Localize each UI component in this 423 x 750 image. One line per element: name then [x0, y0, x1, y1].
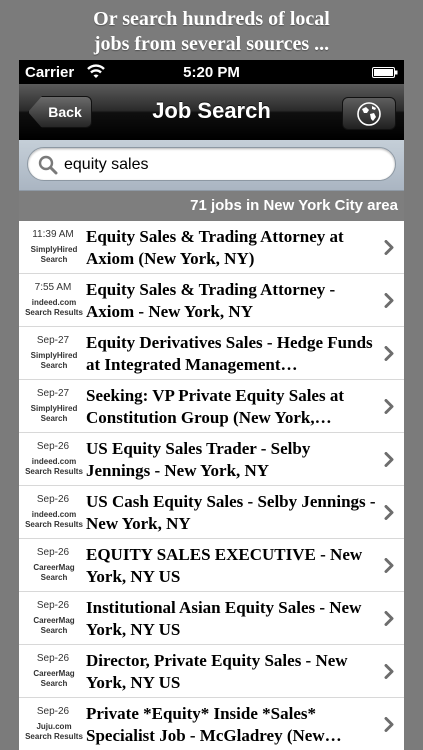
- job-date: 11:39 AM: [32, 229, 74, 240]
- results-summary: 71 jobs in New York City area: [19, 191, 404, 221]
- globe-icon: [357, 101, 381, 126]
- job-source: CareerMag Search: [23, 616, 85, 636]
- status-bar: Carrier 5:20 PM: [19, 60, 404, 84]
- globe-button[interactable]: [342, 97, 396, 130]
- job-source-type: Search: [40, 626, 68, 635]
- chevron-right-icon: [384, 664, 394, 679]
- chevron-right-icon: [384, 240, 394, 255]
- job-source-type: Search: [40, 414, 68, 423]
- job-source-type: Search Results: [25, 520, 83, 529]
- job-row[interactable]: Sep-26 indeed.com Search Results US Equity …: [19, 433, 404, 486]
- job-source: SimplyHired Search: [23, 245, 85, 265]
- job-source: SimplyHired Search: [23, 404, 85, 424]
- promo-line-1: Or search hundreds of local: [93, 8, 330, 30]
- job-title: EQUITY SALES EXECUTIVE - New York, NY US: [86, 545, 363, 586]
- job-date: Sep-26: [36, 441, 70, 452]
- job-source: indeed.com Search Results: [23, 457, 85, 477]
- job-source-name: indeed.com: [31, 457, 77, 466]
- job-row[interactable]: Sep-26 Juju.com Search Results Private *Equ…: [19, 698, 404, 750]
- job-source-name: SimplyHired: [30, 245, 78, 254]
- job-source: indeed.com Search Results: [23, 510, 85, 530]
- job-date: Sep-26: [36, 547, 70, 558]
- job-date: Sep-26: [36, 494, 70, 505]
- job-row[interactable]: 7:55 AM indeed.com Search Results Equity Sa…: [19, 274, 404, 327]
- job-source-type: Search Results: [25, 732, 83, 741]
- job-title: Private *Equity* Inside *Sales* Speciali…: [86, 704, 342, 745]
- promo-caption: Or search hundreds of local jobs from se…: [0, 0, 423, 60]
- job-source-type: Search: [40, 573, 68, 582]
- job-source-name: indeed.com: [31, 298, 77, 307]
- job-source-name: Juju.com: [36, 722, 72, 731]
- job-row[interactable]: Sep-26 CareerMag Search EQUITY SALES EXECUT…: [19, 539, 404, 592]
- job-title: Director, Private Equity Sales - New Yor…: [86, 651, 348, 692]
- job-source-name: CareerMag: [33, 616, 75, 625]
- job-title: Equity Sales & Trading Attorney at Axiom…: [86, 227, 344, 268]
- job-source-name: SimplyHired: [30, 351, 78, 360]
- job-list: 11:39 AM SimplyHired Search Equity Sales & …: [19, 221, 404, 750]
- job-title: Institutional Asian Equity Sales - New Y…: [86, 598, 362, 639]
- job-source-type: Search Results: [25, 308, 83, 317]
- search-input[interactable]: [64, 154, 364, 175]
- chevron-right-icon: [384, 346, 394, 361]
- magnifier-icon: [38, 155, 58, 175]
- battery-icon: [372, 67, 398, 78]
- job-title: Equity Sales & Trading Attorney - Axiom …: [86, 280, 336, 321]
- job-source: indeed.com Search Results: [23, 298, 85, 318]
- job-date: Sep-26: [36, 600, 70, 611]
- job-title: US Equity Sales Trader - Selby Jennings …: [86, 439, 311, 480]
- job-source: SimplyHired Search: [23, 351, 85, 371]
- job-date: Sep-26: [36, 706, 70, 717]
- promo-line-2: jobs from several sources ...: [93, 33, 330, 55]
- job-row[interactable]: Sep-26 indeed.com Search Results US Cash Eq…: [19, 486, 404, 539]
- job-source-type: Search Results: [25, 467, 83, 476]
- job-row[interactable]: 11:39 AM SimplyHired Search Equity Sales & …: [19, 221, 404, 274]
- chevron-right-icon: [384, 399, 394, 414]
- chevron-right-icon: [384, 452, 394, 467]
- job-source-name: indeed.com: [31, 510, 77, 519]
- chevron-right-icon: [384, 611, 394, 626]
- chevron-right-icon: [384, 505, 394, 520]
- job-title: US Cash Equity Sales - Selby Jennings - …: [86, 492, 376, 533]
- job-source-type: Search: [40, 361, 68, 370]
- job-date: Sep-27: [36, 388, 70, 399]
- job-source: CareerMag Search: [23, 669, 85, 689]
- job-row[interactable]: Sep-27 SimplyHired Search Equity Derivative…: [19, 327, 404, 380]
- navigation-bar: Back Job Search: [19, 84, 404, 140]
- search-field[interactable]: [27, 147, 396, 181]
- status-time: 5:20 PM: [183, 64, 240, 81]
- job-row[interactable]: Sep-27 SimplyHired Search Seeking: VP Priva…: [19, 380, 404, 433]
- job-row[interactable]: Sep-26 CareerMag Search Institutional Asian…: [19, 592, 404, 645]
- job-title: Equity Derivatives Sales - Hedge Funds a…: [86, 333, 373, 374]
- job-source: Juju.com Search Results: [23, 722, 85, 742]
- job-title: Seeking: VP Private Equity Sales at Cons…: [86, 386, 344, 427]
- job-source-name: CareerMag: [33, 563, 75, 572]
- job-source-type: Search: [40, 255, 68, 264]
- job-date: 7:55 AM: [34, 282, 72, 293]
- chevron-right-icon: [384, 558, 394, 573]
- job-source-name: SimplyHired: [30, 404, 78, 413]
- job-source-type: Search: [40, 679, 68, 688]
- job-source-name: CareerMag: [33, 669, 75, 678]
- job-row[interactable]: Sep-26 CareerMag Search Director, Private E…: [19, 645, 404, 698]
- job-source: CareerMag Search: [23, 563, 85, 583]
- search-bar: [19, 140, 404, 191]
- chevron-right-icon: [384, 293, 394, 308]
- phone-screen: Carrier 5:20 PM Back Job Search equity s…: [19, 60, 404, 750]
- job-date: Sep-26: [36, 653, 70, 664]
- chevron-right-icon: [384, 717, 394, 732]
- job-date: Sep-27: [36, 335, 70, 346]
